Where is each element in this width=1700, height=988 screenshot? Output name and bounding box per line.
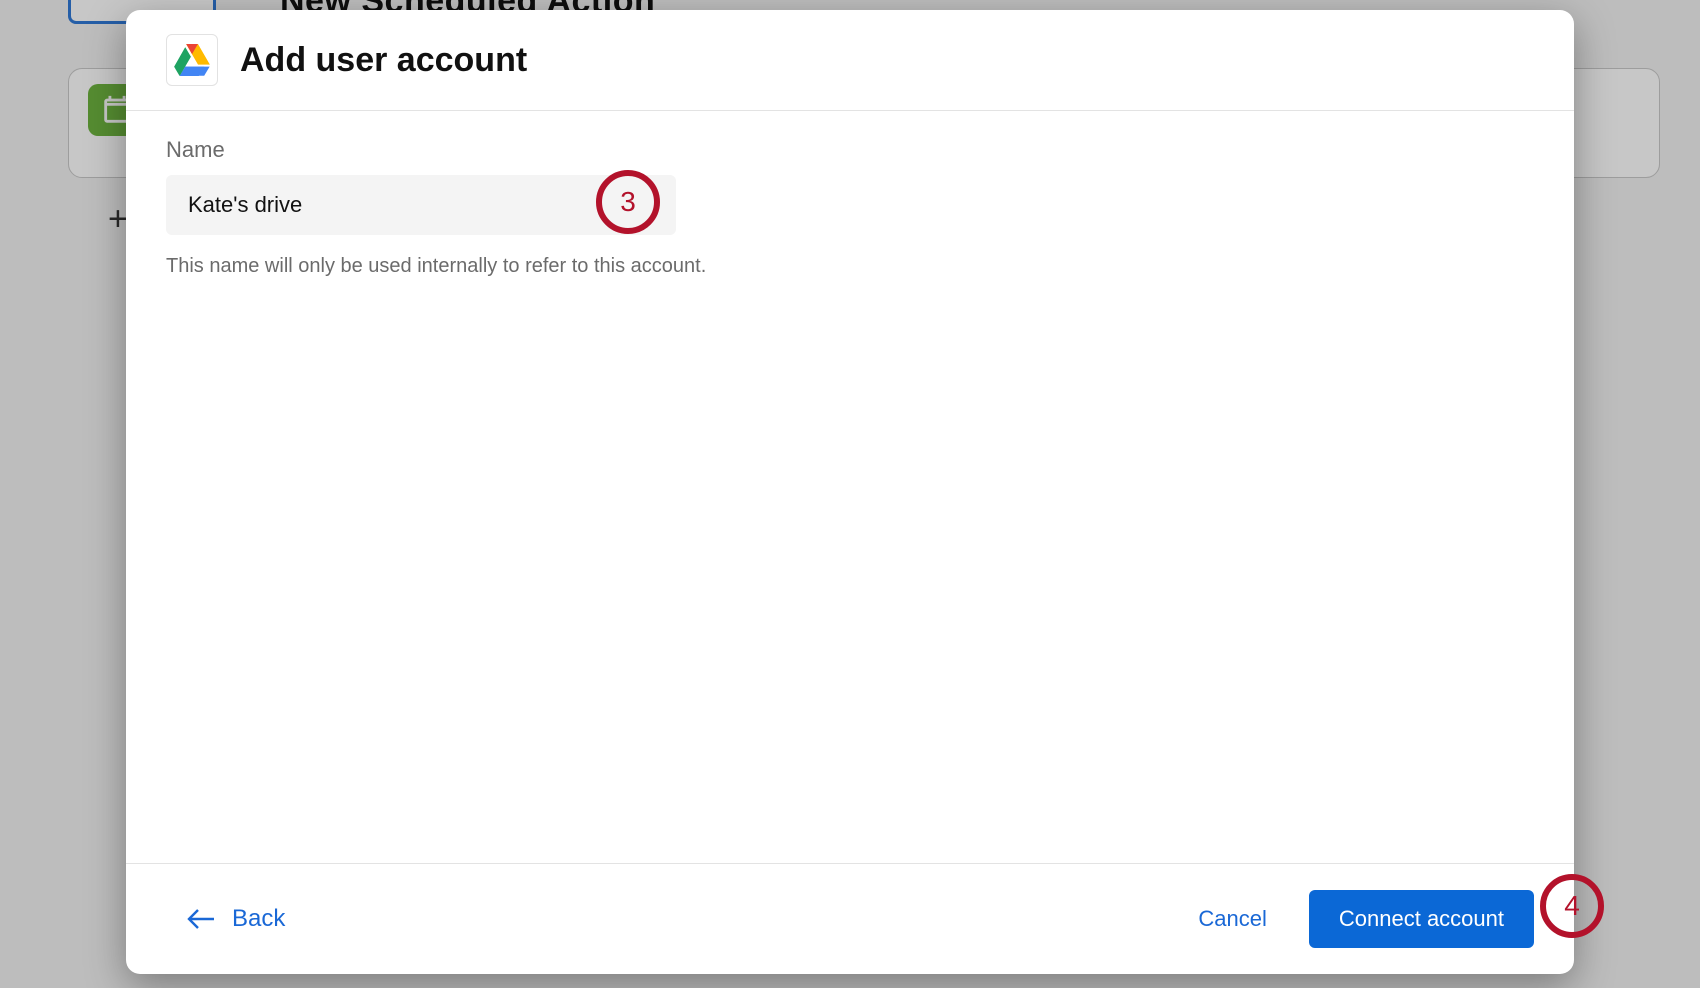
- add-user-account-modal: Add user account Name This name will onl…: [126, 10, 1574, 974]
- add-icon: +: [108, 200, 128, 239]
- helper-text: This name will only be used internally t…: [166, 255, 1534, 278]
- modal-header: Add user account: [126, 10, 1574, 111]
- back-button[interactable]: Back: [186, 905, 285, 933]
- modal-title: Add user account: [240, 41, 527, 80]
- name-label: Name: [166, 137, 1534, 163]
- google-drive-icon: [166, 34, 218, 86]
- cancel-button[interactable]: Cancel: [1172, 892, 1292, 946]
- back-label: Back: [232, 905, 285, 933]
- modal-body: Name This name will only be used interna…: [126, 111, 1574, 863]
- account-name-input[interactable]: [166, 175, 676, 235]
- connect-account-button[interactable]: Connect account: [1309, 890, 1534, 948]
- arrow-left-icon: [186, 908, 216, 930]
- modal-scrollbar[interactable]: [1554, 121, 1570, 743]
- modal-footer: Back Cancel Connect account: [126, 863, 1574, 974]
